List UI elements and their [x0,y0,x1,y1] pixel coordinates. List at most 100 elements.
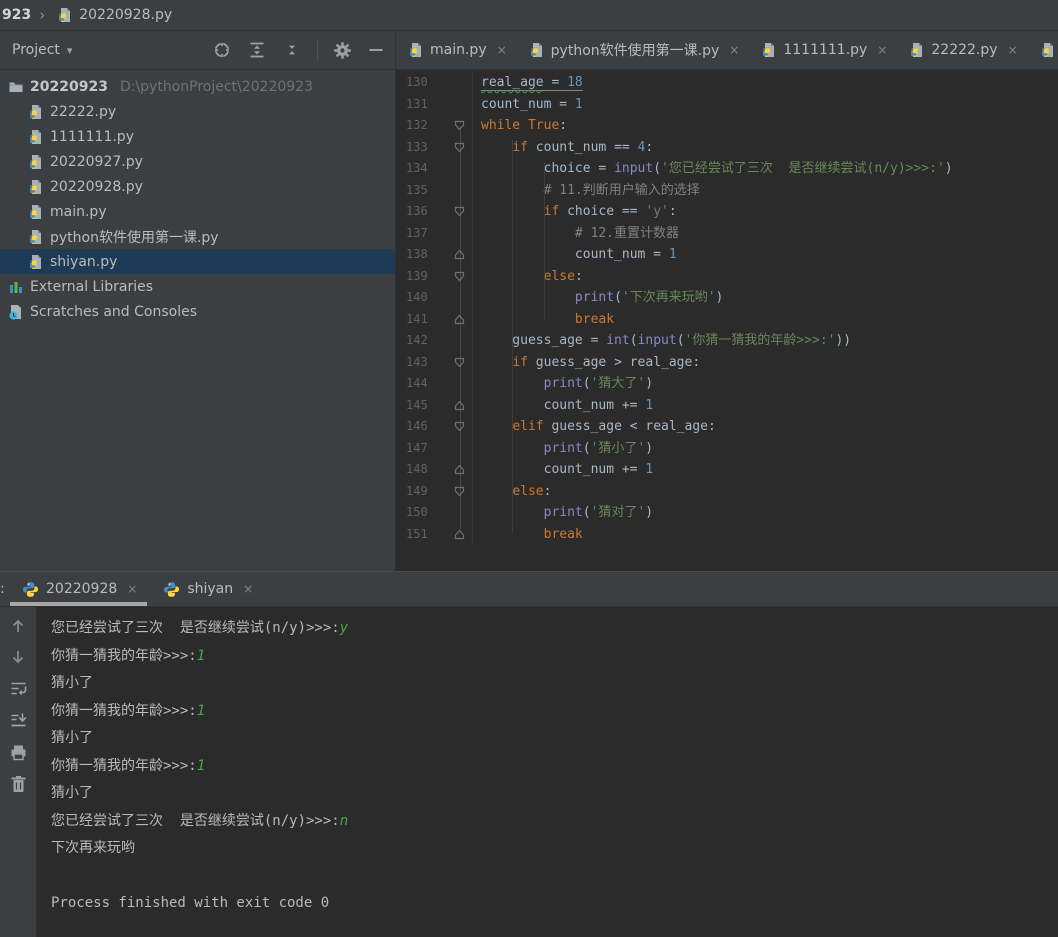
code-text[interactable]: count_num += 1 [473,395,654,417]
code-line[interactable]: 130 real_age = 18 [397,72,1058,94]
code-line[interactable]: 145 count_num += 1 [397,394,1058,417]
breadcrumb-file[interactable]: 20220928.py [79,7,172,23]
code-line[interactable]: 149 else: [397,480,1058,503]
fold-end-icon[interactable] [452,395,466,417]
code-text[interactable]: count_num = 1 [473,244,677,266]
close-icon[interactable]: × [877,43,887,57]
project-header-label[interactable]: Project [12,42,60,58]
close-icon[interactable]: × [1008,43,1018,57]
editor-tab[interactable]: main.py × [396,31,517,69]
tree-scratches-consoles[interactable]: Scratches and Consoles [0,299,395,324]
scroll-to-end-icon[interactable] [9,711,28,730]
code-text[interactable]: guess_age = int(input('你猜一猜我的年龄>>>:')) [473,330,851,352]
tree-file-item[interactable]: 1111111.py [0,124,395,149]
code-text[interactable]: break [473,524,583,546]
python-file-icon [530,43,542,57]
code-line[interactable]: 144 print('猜大了') [397,373,1058,395]
code-text[interactable]: print('猜对了') [473,502,653,524]
fold-end-icon[interactable] [452,244,466,266]
tree-file-item[interactable]: 20220928.py [0,174,395,199]
code-line[interactable]: 132 while True: [397,115,1058,137]
expand-all-icon[interactable] [247,40,267,60]
code-text[interactable]: while True: [473,115,567,137]
fold-start-icon[interactable] [452,416,466,438]
code-line[interactable]: 141 break [397,308,1058,331]
code-line[interactable]: 137 # 12.重置计数器 [397,222,1058,245]
code-editor[interactable]: 130 real_age = 18 131 count_num = 1 132 while… [397,70,1058,571]
console-line: 你猜一猜我的年龄>>>:1 [51,647,206,664]
console-output[interactable]: 您已经尝试了三次 是否继续尝试(n/y)>>>:y 你猜一猜我的年龄>>>:1 猜小… [37,607,1058,937]
code-line[interactable]: 148 count_num += 1 [397,459,1058,481]
tree-file-item[interactable]: shiyan.py [0,249,395,274]
collapse-all-icon[interactable] [282,40,302,60]
code-line[interactable]: 133 if count_num == 4: [397,136,1058,159]
tree-external-libraries[interactable]: External Libraries [0,274,395,299]
code-text[interactable]: print('猜小了') [473,438,653,460]
code-text[interactable]: if choice == 'y': [473,201,677,223]
editor-tab[interactable]: python软件使用第一课.py × [517,31,750,69]
close-icon[interactable]: × [127,582,137,596]
tree-file-item[interactable]: 20220927.py [0,149,395,174]
fold-start-icon[interactable] [452,115,466,137]
tree-file-item[interactable]: 22222.py [0,99,395,124]
code-line[interactable]: 140 print('下次再来玩哟') [397,287,1058,309]
code-line[interactable]: 134 choice = input('您已经尝试了三次 是否继续尝试(n/y)… [397,158,1058,180]
code-text[interactable]: print('猜大了') [473,373,653,395]
fold-end-icon[interactable] [452,309,466,331]
code-line[interactable]: 151 break [397,523,1058,546]
breadcrumb-project[interactable]: 923 [2,7,31,23]
code-line[interactable]: 146 elif guess_age < real_age: [397,416,1058,438]
code-text[interactable]: # 11.判断用户输入的选择 [473,180,700,202]
code-line[interactable]: 150 print('猜对了') [397,502,1058,524]
code-line[interactable]: 131 count_num = 1 [397,93,1058,116]
code-text[interactable]: real_age = 18 [473,72,583,94]
run-tab[interactable]: shiyan × [149,572,265,606]
run-tab[interactable]: 20220928 × [8,572,149,606]
code-line[interactable]: 136 if choice == 'y': [397,201,1058,223]
tree-root-folder[interactable]: 20220923 D:\pythonProject\20220923 [0,74,395,99]
code-text[interactable]: count_num += 1 [473,459,654,481]
fold-start-icon[interactable] [452,201,466,223]
code-line[interactable]: 142 guess_age = int(input('你猜一猜我的年龄>>>:'… [397,330,1058,352]
hide-panel-icon[interactable] [367,41,385,59]
console-line: 你猜一猜我的年龄>>>:1 [51,757,206,774]
code-line[interactable]: 135 # 11.判断用户输入的选择 [397,179,1058,202]
code-text[interactable]: print('下次再来玩哟') [473,287,723,309]
code-line[interactable]: 138 count_num = 1 [397,244,1058,266]
code-line[interactable]: 139 else: [397,265,1058,288]
fold-end-icon[interactable] [452,524,466,546]
print-icon[interactable] [9,743,28,762]
tree-file-item[interactable]: python软件使用第一课.py [0,224,395,249]
fold-start-icon[interactable] [452,266,466,288]
fold-start-icon[interactable] [452,352,466,374]
code-line[interactable]: 143 if guess_age > real_age: [397,351,1058,374]
code-text[interactable]: else: [473,266,583,288]
code-line[interactable]: 147 print('猜小了') [397,437,1058,460]
up-arrow-icon[interactable] [9,617,27,635]
tree-file-item[interactable]: main.py [0,199,395,224]
soft-wrap-icon[interactable] [9,679,28,698]
locate-icon[interactable] [212,40,232,60]
settings-gear-icon[interactable] [333,41,352,60]
code-text[interactable]: if guess_age > real_age: [473,352,700,374]
project-tree: 20220923 D:\pythonProject\20220923 22222.… [0,70,396,571]
fold-end-icon[interactable] [452,459,466,481]
close-icon[interactable]: × [243,582,253,596]
chevron-down-icon[interactable]: ▾ [67,44,73,57]
clear-all-icon[interactable] [10,775,27,794]
editor-tab-partial[interactable] [1028,31,1058,69]
close-icon[interactable]: × [497,43,507,57]
code-text[interactable]: count_num = 1 [473,94,583,116]
editor-tab[interactable]: 1111111.py × [749,31,897,69]
line-number: 146 [397,416,473,438]
down-arrow-icon[interactable] [9,648,27,666]
fold-start-icon[interactable] [452,137,466,159]
code-text[interactable]: elif guess_age < real_age: [473,416,716,438]
close-icon[interactable]: × [729,43,739,57]
fold-start-icon[interactable] [452,481,466,503]
editor-tab[interactable]: 22222.py × [897,31,1027,69]
code-text[interactable]: if count_num == 4: [473,137,653,159]
code-text[interactable]: # 12.重置计数器 [473,223,679,245]
line-number: 140 [397,287,473,309]
line-number: 133 [397,136,473,159]
